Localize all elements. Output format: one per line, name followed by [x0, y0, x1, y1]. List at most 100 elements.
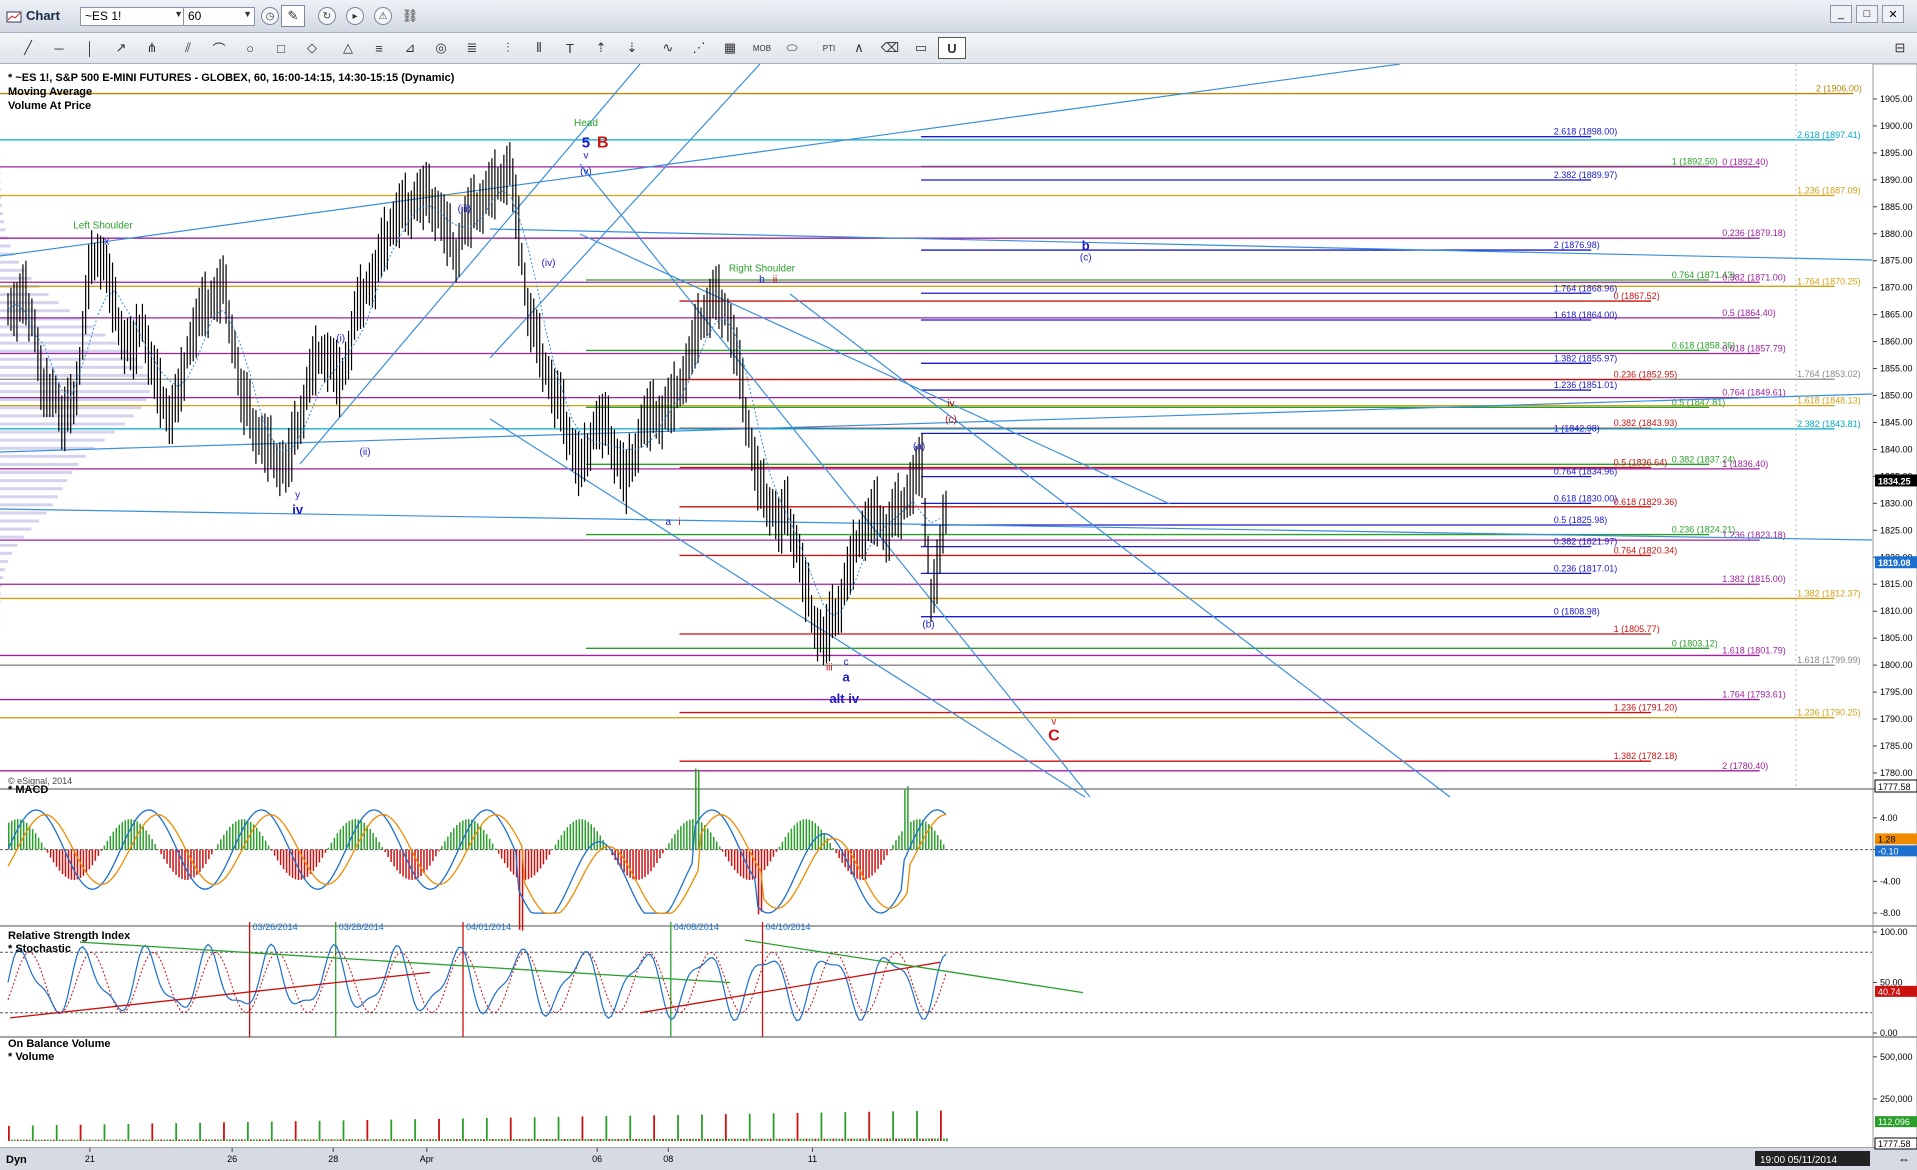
eraser-icon[interactable]: ⌫ — [876, 37, 904, 59]
price-tick-label: 1860.00 — [1880, 337, 1913, 347]
volume-bar — [817, 1138, 820, 1141]
fib-label: 1 (1836.40) — [1722, 459, 1768, 469]
fib-circle-icon[interactable]: ◎ — [427, 37, 455, 59]
link-icon[interactable]: ⛓ — [399, 5, 421, 27]
elliott-icon[interactable]: ∧ — [845, 37, 873, 59]
macd-histogram-bar — [336, 833, 339, 850]
macd-histogram-bar — [345, 823, 348, 850]
macd-histogram-bar — [707, 828, 709, 850]
fib-label: 1.618 (1848.13) — [1797, 396, 1861, 406]
speed-icon[interactable]: ⋰ — [685, 37, 713, 59]
wave-label: Head — [574, 118, 598, 129]
vap-bar — [0, 390, 150, 394]
macd-histogram-bar — [229, 826, 231, 850]
wave-label: v — [583, 150, 588, 161]
macd-histogram-bar — [665, 848, 667, 850]
volume-bar — [718, 1138, 721, 1141]
magnet-icon[interactable]: U — [938, 37, 966, 59]
chart-canvas[interactable]: 1780.00 1785.00 1790.00 1795.00 1800.00 1805.… — [0, 64, 1917, 1170]
text-icon[interactable]: T — [556, 37, 584, 59]
volume-bar — [282, 1139, 285, 1141]
scroll-icon: ⇔ — [1898, 1152, 1910, 1166]
mob-icon[interactable]: MOB — [747, 37, 777, 59]
volume-bar — [602, 1138, 605, 1141]
volume-bar — [49, 1139, 52, 1141]
macd-histogram-bar — [142, 826, 144, 850]
arrow-down-icon[interactable]: ⇣ — [618, 37, 646, 59]
volume-bar — [590, 1138, 593, 1141]
macd-title: * MACD — [8, 784, 49, 796]
arrow-up-icon[interactable]: ⇡ — [587, 37, 615, 59]
channel-icon[interactable]: ⫽ — [174, 37, 202, 59]
triangle-icon[interactable]: △ — [334, 37, 362, 59]
arc-icon[interactable]: ⌒ — [205, 37, 233, 59]
volume-bar — [465, 1139, 467, 1141]
volume-bar — [58, 1139, 61, 1141]
fib-time-icon[interactable]: ⦀ — [525, 37, 553, 59]
macd-histogram-bar — [895, 840, 897, 850]
macd-histogram-bar — [506, 849, 509, 868]
minimize-button[interactable]: _ — [1830, 5, 1852, 23]
interval-value: 60 — [188, 9, 202, 23]
wave-label: b — [1082, 238, 1090, 253]
vap-bar — [0, 333, 106, 337]
parallel-icon[interactable]: ≡ — [365, 37, 393, 59]
play-icon[interactable]: ▸ — [346, 7, 364, 25]
fib-label: 0.5 (1864.40) — [1722, 308, 1776, 318]
fib-extension-icon[interactable]: ⫶ — [494, 37, 522, 59]
macd-histogram-bar — [778, 846, 781, 850]
macd-histogram-bar — [378, 842, 380, 850]
alert-icon[interactable]: ⚠ — [374, 7, 392, 25]
vap-bar — [0, 495, 59, 499]
vap-bar — [0, 341, 117, 345]
volume-bar — [748, 1113, 751, 1141]
vap-bar — [0, 365, 143, 369]
close-button[interactable]: ✕ — [1882, 5, 1904, 23]
pti-icon[interactable]: PTI — [814, 37, 844, 59]
symbol-select[interactable]: ~ES 1! ▼ — [80, 7, 186, 26]
time-tick-label: 26 — [227, 1154, 237, 1164]
pitchfork-icon[interactable]: ⋔ — [138, 37, 166, 59]
volume-bar — [450, 1139, 452, 1141]
wave-label: (a) — [913, 441, 925, 452]
macd-histogram-bar — [429, 849, 431, 866]
macd-histogram-bar — [656, 849, 658, 863]
volume-bar — [482, 1139, 485, 1141]
chart-area[interactable]: 1780.00 1785.00 1790.00 1795.00 1800.00 1805.… — [0, 64, 1917, 1170]
volume-bar — [835, 1138, 838, 1141]
macd-histogram-bar — [94, 849, 97, 861]
clock-icon[interactable]: ◷ — [261, 7, 279, 25]
macd-histogram-bar — [715, 841, 718, 850]
vertical-line-icon[interactable]: │ — [76, 37, 104, 59]
volume-bar — [479, 1139, 482, 1141]
volume-bar — [187, 1139, 190, 1141]
maximize-button[interactable]: □ — [1856, 5, 1878, 23]
macd-flag: 1.28 — [1878, 834, 1896, 844]
volume-bar — [70, 1139, 73, 1141]
rectangle-icon[interactable]: □ — [267, 37, 295, 59]
volume-bar — [163, 1139, 166, 1141]
cycle-icon[interactable]: ∿ — [654, 37, 682, 59]
circle-icon[interactable]: ○ — [236, 37, 264, 59]
draw-mode-button[interactable]: ✎ — [281, 5, 305, 27]
wave-label: iv — [292, 502, 304, 517]
macd-histogram-bar — [444, 841, 446, 850]
macd-histogram-bar — [211, 849, 213, 855]
comment-icon[interactable]: ▭ — [907, 37, 935, 59]
wave-label: B — [597, 134, 609, 151]
ellipse-icon[interactable]: ⬭ — [778, 37, 806, 59]
fib-label: 2.382 (1889.97) — [1554, 170, 1618, 180]
diamond-icon[interactable]: ◇ — [298, 37, 326, 59]
interval-select[interactable]: 60 ▼ — [183, 7, 255, 26]
collapse-icon[interactable]: ⊟ — [1890, 37, 1910, 59]
price-tick-label: 1870.00 — [1880, 283, 1913, 293]
ray-icon[interactable]: ↗ — [107, 37, 135, 59]
fib-retrace-icon[interactable]: ≣ — [458, 37, 486, 59]
volume-bar — [273, 1139, 276, 1141]
refresh-icon[interactable]: ↻ — [318, 7, 336, 25]
horizontal-line-icon[interactable]: ─ — [45, 37, 73, 59]
volume-bar — [441, 1139, 443, 1141]
grid-icon[interactable]: ▦ — [716, 37, 744, 59]
trend-line-icon[interactable]: ╱ — [14, 37, 42, 59]
gann-fan-icon[interactable]: ⊿ — [396, 37, 424, 59]
